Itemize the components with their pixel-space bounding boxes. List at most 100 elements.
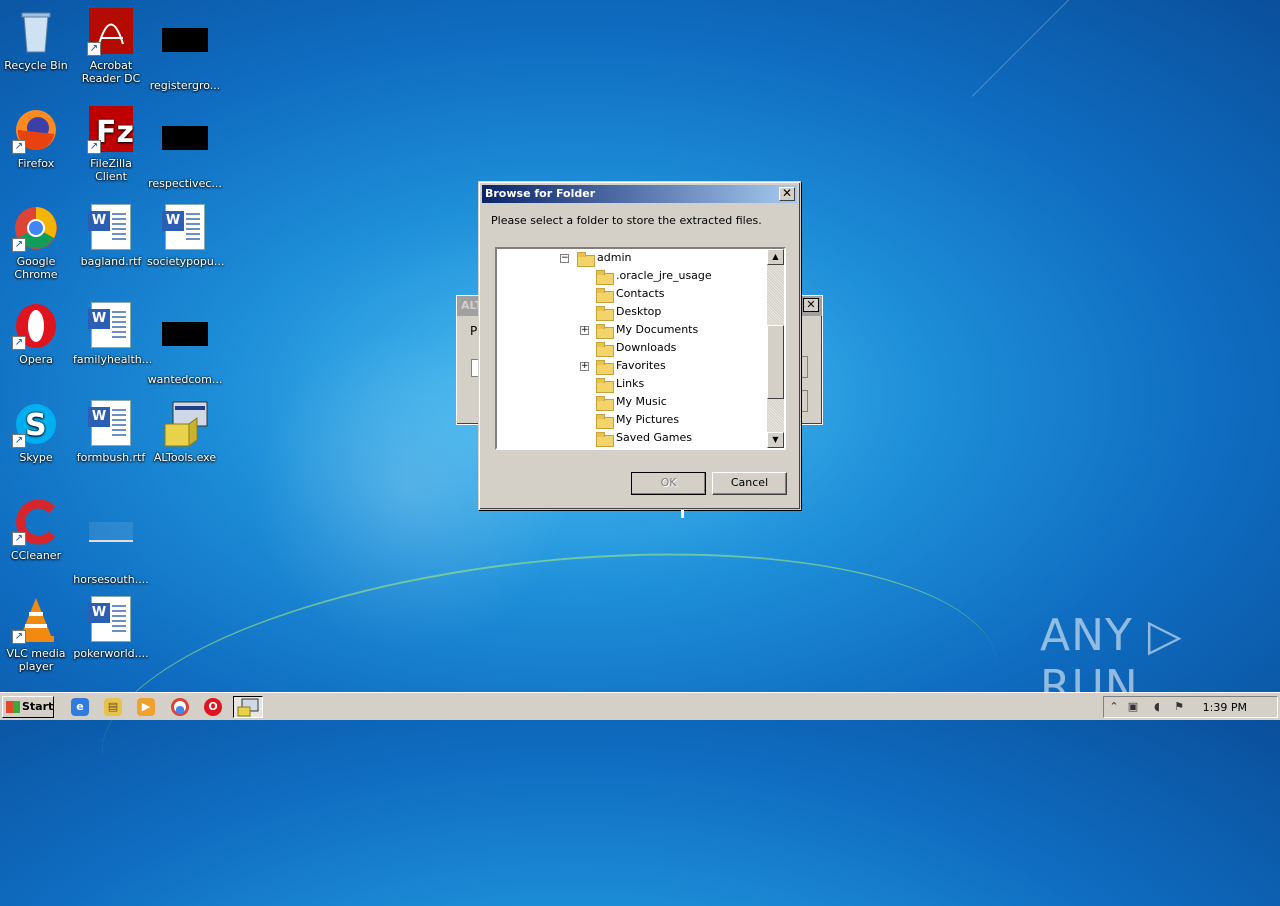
scroll-down-icon[interactable]: ▼ xyxy=(767,432,784,448)
tree-item-saved-games[interactable]: Saved Games xyxy=(596,429,692,447)
desktop-icon-label: wantedcom... xyxy=(147,373,223,386)
tree-item-links[interactable]: Links xyxy=(596,375,644,393)
shortcut-arrow-icon: ↗ xyxy=(87,42,101,56)
opera-icon[interactable]: O xyxy=(204,698,222,716)
tree-item-my-pictures[interactable]: My Pictures xyxy=(596,411,679,429)
recycle-bin-icon xyxy=(12,8,60,56)
file-icon xyxy=(87,522,135,570)
expand-icon[interactable]: + xyxy=(580,362,589,371)
tree-item-admin[interactable]: admin xyxy=(577,249,631,267)
desktop-icon-vlc[interactable]: ↗ VLC media player xyxy=(0,596,74,673)
tree-item-favorites[interactable]: Favorites xyxy=(596,357,666,375)
clock[interactable]: 1:39 PM xyxy=(1203,701,1247,714)
tree-item-oracle-jre-usage[interactable]: .oracle_jre_usage xyxy=(596,267,712,285)
show-hidden-icons-icon[interactable]: ⌃ xyxy=(1107,700,1121,714)
desktop-icon-label: societypopu... xyxy=(147,255,225,268)
desktop-icon-label: FileZilla Client xyxy=(90,157,132,183)
close-icon[interactable]: ✕ xyxy=(803,298,819,312)
folder-tree[interactable]: − admin .oracle_jre_usage Contacts Deskt… xyxy=(495,247,786,450)
desktop-icon-bagland[interactable]: W bagland.rtf xyxy=(73,204,149,268)
desktop-icon-label: Firefox xyxy=(17,157,55,170)
tree-item-label: Saved Games xyxy=(616,431,692,444)
tree-scrollbar[interactable]: ▲ ▼ xyxy=(767,249,784,448)
collapse-icon[interactable]: − xyxy=(560,254,569,263)
tree-item-my-music[interactable]: My Music xyxy=(596,393,667,411)
chrome-icon[interactable]: ● xyxy=(171,698,189,716)
filezilla-icon: Fz ↗ xyxy=(87,106,135,154)
desktop-icon-formbush[interactable]: W formbush.rtf xyxy=(73,400,149,464)
tree-item-label: My Music xyxy=(616,395,667,408)
desktop-icon-label: CCleaner xyxy=(10,549,62,562)
start-button[interactable]: Start xyxy=(2,696,54,718)
desktop-icon-skype[interactable]: S ↗ Skype xyxy=(0,400,74,464)
desktop-icon-acrobat[interactable]: ↗ Acrobat Reader DC xyxy=(73,8,149,85)
shortcut-arrow-icon: ↗ xyxy=(12,630,26,644)
desktop-icon-altools[interactable]: ALTools.exe xyxy=(147,400,223,464)
desktop-icon-respectivec[interactable]: respectivec... xyxy=(147,106,223,190)
desktop-icon-label: respectivec... xyxy=(148,177,222,190)
tree-item-label: Desktop xyxy=(616,305,662,318)
tree-item-desktop[interactable]: Desktop xyxy=(596,303,661,321)
tree-item-my-documents[interactable]: My Documents xyxy=(596,321,698,339)
volume-icon[interactable]: ◖ xyxy=(1150,700,1164,714)
firefox-icon: ↗ xyxy=(12,106,60,154)
desktop-icon-societypopu[interactable]: W societypopu... xyxy=(147,204,225,268)
desktop-icon-opera[interactable]: ↗ Opera xyxy=(0,302,74,366)
shortcut-arrow-icon: ↗ xyxy=(87,140,101,154)
taskbar: Start e ▤ ▶ ● O ⌃ ▣ ◖ ⚑ 1:39 PM xyxy=(0,692,1280,720)
desktop-icon-pokerworld[interactable]: W pokerworld.... xyxy=(73,596,149,660)
desktop-icon-label: familyhealth... xyxy=(73,353,153,366)
folder-icon xyxy=(596,269,614,285)
desktop-icon-registergro[interactable]: registergro... xyxy=(147,8,223,92)
desktop-icon-label: pokerworld.... xyxy=(73,647,149,660)
desktop-icon-label: horsesouth.... xyxy=(73,573,149,586)
tree-item-contacts[interactable]: Contacts xyxy=(596,285,665,303)
ie-icon[interactable]: e xyxy=(71,698,89,716)
word-doc-icon: W xyxy=(87,400,135,448)
desktop-icon-horsesouth[interactable]: horsesouth.... xyxy=(73,498,149,586)
desktop-icon-label: VLC media player xyxy=(6,647,66,673)
desktop-icon-recycle-bin[interactable]: Recycle Bin xyxy=(0,8,74,72)
file-icon xyxy=(161,28,209,76)
dialog-title: Browse for Folder xyxy=(485,187,596,200)
installer-icon xyxy=(161,400,209,448)
scroll-up-icon[interactable]: ▲ xyxy=(767,249,784,265)
shortcut-arrow-icon: ↗ xyxy=(12,434,26,448)
word-doc-icon: W xyxy=(87,204,135,252)
downloads-folder-icon xyxy=(596,341,614,357)
desktop-icon-label: Skype xyxy=(19,451,53,464)
desktop-icon-familyhealth[interactable]: W familyhealth... xyxy=(73,302,153,366)
scroll-thumb[interactable] xyxy=(767,325,784,399)
media-player-icon[interactable]: ▶ xyxy=(137,698,155,716)
desktop-icon-label: bagland.rtf xyxy=(80,255,142,268)
browse-for-folder-dialog[interactable]: Browse for Folder ✕ Please select a fold… xyxy=(478,181,801,510)
desktop-icon-label: ALTools.exe xyxy=(153,451,217,464)
network-icon[interactable]: ▣ xyxy=(1126,700,1140,714)
desktop-icon-firefox[interactable]: ↗ Firefox xyxy=(0,106,74,170)
folder-icon xyxy=(577,251,595,267)
links-folder-icon xyxy=(596,377,614,393)
vlc-icon: ↗ xyxy=(12,596,60,644)
desktop-icon-label: formbush.rtf xyxy=(76,451,146,464)
shortcut-arrow-icon: ↗ xyxy=(12,532,26,546)
dialog-title-bar[interactable]: Browse for Folder ✕ xyxy=(482,185,797,203)
svg-text:S: S xyxy=(25,408,47,443)
mouse-cursor xyxy=(681,510,684,518)
action-center-flag-icon[interactable]: ⚑ xyxy=(1172,700,1186,714)
desktop-icon-filezilla[interactable]: Fz ↗ FileZilla Client xyxy=(73,106,149,183)
tree-item-label: .oracle_jre_usage xyxy=(616,269,712,282)
chrome-icon: ↗ xyxy=(12,204,60,252)
background-window-button[interactable] xyxy=(800,390,808,412)
tree-item-downloads[interactable]: Downloads xyxy=(596,339,676,357)
desktop-icon-ccleaner[interactable]: ↗ CCleaner xyxy=(0,498,74,562)
background-window-button[interactable] xyxy=(800,356,808,378)
taskbar-button-altools[interactable] xyxy=(233,696,263,718)
desktop-icon-chrome[interactable]: ↗ Google Chrome xyxy=(0,204,74,281)
expand-icon[interactable]: + xyxy=(580,326,589,335)
desktop-icon-wantedcom[interactable]: wantedcom... xyxy=(147,302,223,386)
explorer-icon[interactable]: ▤ xyxy=(104,698,122,716)
close-icon[interactable]: ✕ xyxy=(779,187,795,201)
cancel-button[interactable]: Cancel xyxy=(712,472,787,495)
ok-button[interactable]: OK xyxy=(631,472,706,495)
desktop-folder-icon xyxy=(596,305,614,321)
